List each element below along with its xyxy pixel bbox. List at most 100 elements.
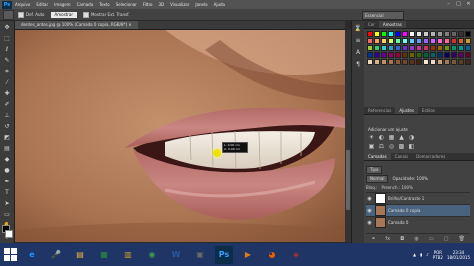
- color-swatch[interactable]: [388, 38, 394, 44]
- color-swatch[interactable]: [402, 45, 408, 51]
- visibility-eye-icon[interactable]: ◉: [366, 196, 373, 202]
- delete-layer-icon[interactable]: 🗑: [459, 236, 465, 242]
- color-swatch[interactable]: [444, 38, 450, 44]
- tab-swatches[interactable]: Amostras: [378, 21, 406, 28]
- gradient-tool-icon[interactable]: ▤: [3, 145, 11, 153]
- menu-item-selecionar[interactable]: Selecionar: [116, 2, 137, 7]
- color-swatch[interactable]: [465, 59, 471, 65]
- color-swatch[interactable]: [388, 45, 394, 51]
- color-swatch[interactable]: [367, 31, 373, 37]
- move-tool-preset-icon[interactable]: [3, 9, 14, 20]
- opacity-field[interactable]: Opacidade: 100%: [392, 176, 428, 181]
- color-swatch[interactable]: [402, 38, 408, 44]
- menu-item-filtro[interactable]: Filtro: [143, 2, 153, 7]
- workspace-selector[interactable]: Essencial: [362, 11, 404, 20]
- paragraph-panel-icon[interactable]: ¶: [354, 61, 362, 69]
- layer-row[interactable]: ◉ Camada 0: [366, 216, 470, 228]
- color-swatch[interactable]: [381, 45, 387, 51]
- color-swatch[interactable]: [409, 31, 415, 37]
- color-swatch[interactable]: [465, 38, 471, 44]
- color-swatch[interactable]: [423, 31, 429, 37]
- color-swatch[interactable]: [458, 59, 464, 65]
- color-swatch[interactable]: [437, 31, 443, 37]
- recorder-icon[interactable]: 🎤: [47, 246, 65, 264]
- color-swatch[interactable]: [367, 38, 373, 44]
- photos-icon[interactable]: ▣: [191, 246, 209, 264]
- marquee-tool-icon[interactable]: ⬚: [3, 35, 11, 43]
- move-tool-icon[interactable]: ✥: [3, 24, 11, 32]
- scroll-thumb[interactable]: [346, 150, 350, 210]
- curves-icon[interactable]: ▦: [388, 134, 395, 141]
- color-swatch[interactable]: [465, 31, 471, 37]
- visibility-eye-icon[interactable]: ◉: [366, 220, 373, 226]
- color-swatch[interactable]: [444, 59, 450, 65]
- color-swatch[interactable]: [409, 45, 415, 51]
- auto-select-option[interactable]: Def. Auto: [18, 11, 45, 18]
- type-tool-icon[interactable]: T: [3, 189, 11, 197]
- properties-panel-icon[interactable]: ≡: [354, 37, 362, 45]
- color-swatch[interactable]: [444, 45, 450, 51]
- color-swatch[interactable]: [395, 52, 401, 58]
- color-swatch[interactable]: [395, 31, 401, 37]
- close-document-icon[interactable]: ✕: [128, 22, 131, 27]
- color-swatch[interactable]: [430, 59, 436, 65]
- tab-color[interactable]: Cor: [364, 22, 379, 27]
- menu-item-janela[interactable]: Janela: [195, 2, 207, 7]
- dodge-tool-icon[interactable]: ●: [3, 167, 11, 175]
- document-tab[interactable]: dentes_antes.jpg @ 100% (Camada 0 copia,…: [15, 21, 138, 29]
- video-icon[interactable]: ◈: [287, 246, 305, 264]
- color-swatch[interactable]: [388, 31, 394, 37]
- black-white-icon[interactable]: ◎: [388, 143, 395, 150]
- color-swatch[interactable]: [451, 52, 457, 58]
- tab-references[interactable]: Referencias: [364, 108, 395, 113]
- auto-select-checkbox[interactable]: [18, 11, 24, 18]
- channel-mixer-icon[interactable]: ◧: [408, 143, 415, 150]
- blend-mode-select[interactable]: Normal: [366, 174, 389, 183]
- color-swatch[interactable]: [423, 45, 429, 51]
- brightness-contrast-icon[interactable]: ☀: [368, 134, 375, 141]
- photo-filter-icon[interactable]: ▩: [398, 143, 405, 150]
- color-swatch[interactable]: [458, 45, 464, 51]
- color-swatch[interactable]: [367, 52, 373, 58]
- color-swatch[interactable]: [430, 38, 436, 44]
- color-swatch[interactable]: [444, 31, 450, 37]
- color-swatch[interactable]: [423, 38, 429, 44]
- color-swatch[interactable]: [430, 52, 436, 58]
- color-swatch[interactable]: [465, 52, 471, 58]
- color-swatch[interactable]: [395, 38, 401, 44]
- color-swatch[interactable]: [409, 38, 415, 44]
- menu-item-visualizar[interactable]: Visualizar: [170, 2, 189, 7]
- network-icon[interactable]: ▮: [420, 252, 422, 257]
- color-swatch[interactable]: [458, 52, 464, 58]
- crop-tool-icon[interactable]: ⌗: [3, 68, 11, 76]
- menu-item-editar[interactable]: Editar: [36, 2, 48, 7]
- color-swatch[interactable]: [409, 59, 415, 65]
- color-swatch[interactable]: [430, 45, 436, 51]
- new-group-icon[interactable]: ▭: [429, 236, 434, 242]
- color-swatch[interactable]: [381, 59, 387, 65]
- photoshop-icon[interactable]: Ps: [215, 245, 233, 264]
- color-swatch[interactable]: [423, 52, 429, 58]
- color-balance-icon[interactable]: ⚖: [378, 143, 385, 150]
- eyedropper-tool-icon[interactable]: ⁄: [3, 79, 11, 87]
- quick-select-tool-icon[interactable]: ✎: [3, 57, 11, 65]
- healing-tool-icon[interactable]: ✚: [3, 90, 11, 98]
- shape-tool-icon[interactable]: ▭: [3, 211, 11, 219]
- color-swatch[interactable]: [416, 52, 422, 58]
- notes-icon[interactable]: ▥: [119, 246, 137, 264]
- layer-style-icon[interactable]: fx: [385, 236, 390, 242]
- minimize-icon[interactable]: –: [445, 1, 452, 7]
- layer-row-selected[interactable]: ◉ Camada 0 copia: [366, 204, 470, 216]
- volume-icon[interactable]: ♪: [426, 252, 429, 257]
- color-swatch[interactable]: [416, 45, 422, 51]
- history-panel-icon[interactable]: ⌛: [354, 25, 362, 33]
- menu-item-arquivo[interactable]: Arquivo: [15, 2, 30, 7]
- color-swatch[interactable]: [416, 31, 422, 37]
- layer-kind-select[interactable]: Tipo: [366, 165, 383, 174]
- tab-adjustments[interactable]: Ajustes: [395, 107, 418, 114]
- tab-channels[interactable]: Canais: [391, 154, 412, 159]
- color-swatch[interactable]: [381, 38, 387, 44]
- color-swatch[interactable]: [458, 38, 464, 44]
- levels-icon[interactable]: ◐: [378, 134, 385, 141]
- add-mask-icon[interactable]: ◘: [400, 236, 404, 242]
